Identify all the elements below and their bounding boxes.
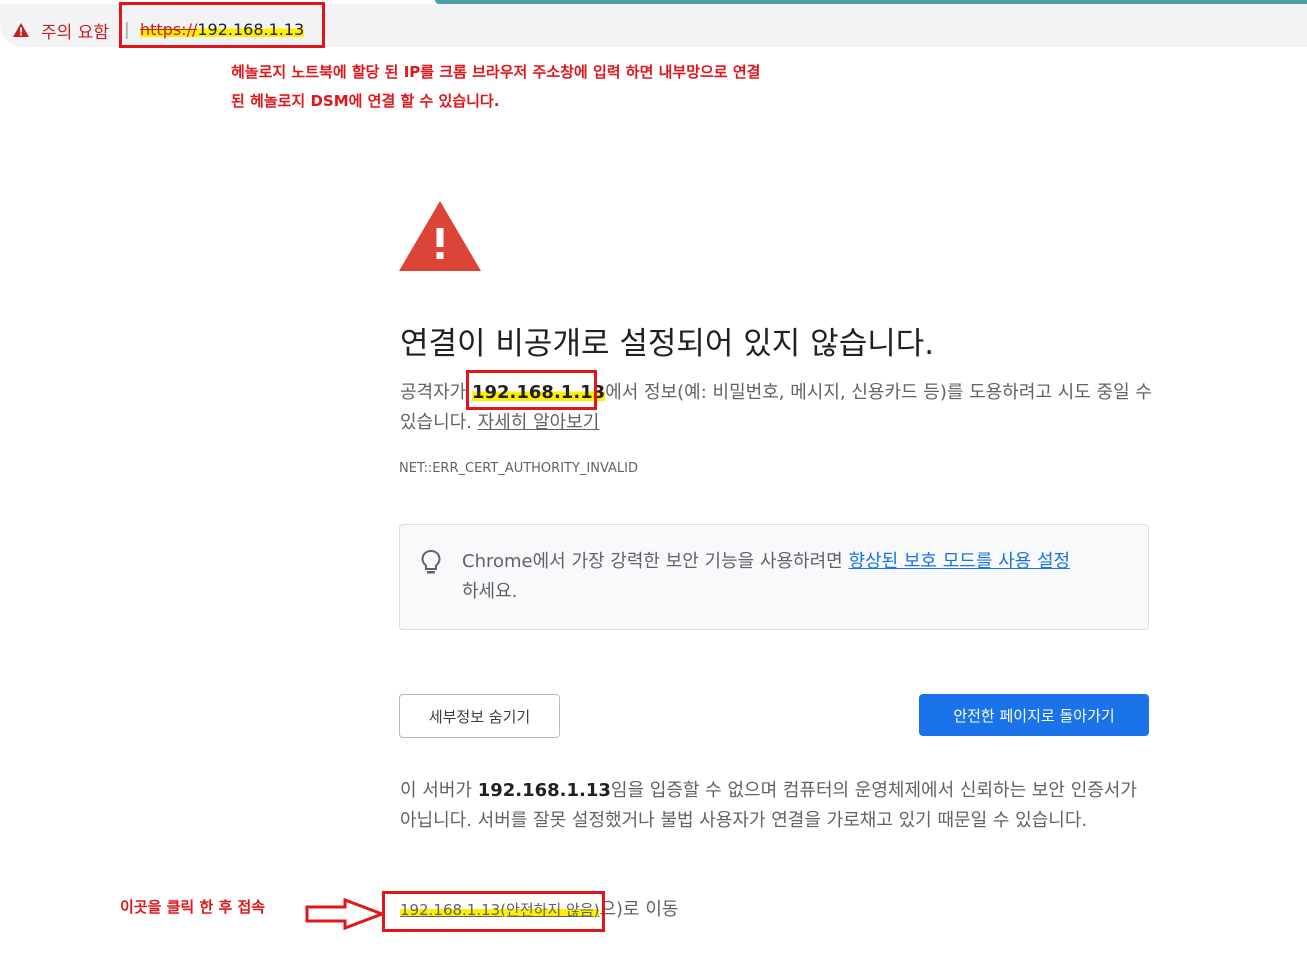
- details-text: 이 서버가 192.168.1.13임을 입증할 수 없으며 컴퓨터의 운영체제…: [400, 776, 1155, 836]
- learn-more-link[interactable]: 자세히 알아보기: [478, 412, 600, 433]
- large-warning-icon: [399, 201, 481, 271]
- top-annotation-line2: 된 헤놀로지 DSM에 연결 할 수 있습니다.: [231, 92, 500, 110]
- warning-triangle-icon: [13, 23, 29, 37]
- tip-suffix: 하세요.: [462, 581, 518, 602]
- url-highlight-box: [119, 2, 325, 48]
- page-title: 연결이 비공개로 설정되어 있지 않습니다.: [400, 326, 935, 362]
- not-secure-label: 주의 요함: [41, 22, 109, 43]
- security-warning-chip[interactable]: 주의 요함: [12, 18, 109, 43]
- proceed-suffix: 으)로 이동: [599, 899, 679, 920]
- bottom-annotation: 이곳을 클릭 한 후 접속: [120, 898, 266, 916]
- lightbulb-icon: [421, 549, 441, 574]
- top-annotation: 헤놀로지 노트북에 할당 된 IP를 크롬 브라우저 주소창에 입력 하면 내부…: [231, 58, 911, 116]
- details-host: 192.168.1.13: [477, 780, 611, 801]
- top-annotation-line1: 헤놀로지 노트북에 할당 된 IP를 크롬 브라우저 주소창에 입력 하면 내부…: [231, 63, 761, 81]
- enhanced-protection-link[interactable]: 향상된 보호 모드를 사용 설정: [848, 551, 1070, 572]
- arrow-right-icon: [305, 898, 385, 930]
- proceed-link-highlight-box: [382, 891, 605, 932]
- hide-details-button[interactable]: 세부정보 숨기기: [399, 694, 560, 738]
- enhanced-protection-tip: Chrome에서 가장 강력한 보안 기능을 사용하려면 향상된 보호 모드를 …: [399, 524, 1149, 630]
- desc-prefix: 공격자가: [400, 382, 472, 403]
- desc-host-highlight-box: [466, 370, 597, 410]
- tip-prefix: Chrome에서 가장 강력한 보안 기능을 사용하려면: [462, 551, 849, 572]
- error-code: NET::ERR_CERT_AUTHORITY_INVALID: [399, 461, 639, 476]
- details-prefix: 이 서버가: [400, 780, 478, 801]
- back-to-safety-button[interactable]: 안전한 페이지로 돌아가기: [919, 694, 1149, 736]
- tip-text: Chrome에서 가장 강력한 보안 기능을 사용하려면 향상된 보호 모드를 …: [462, 547, 1132, 607]
